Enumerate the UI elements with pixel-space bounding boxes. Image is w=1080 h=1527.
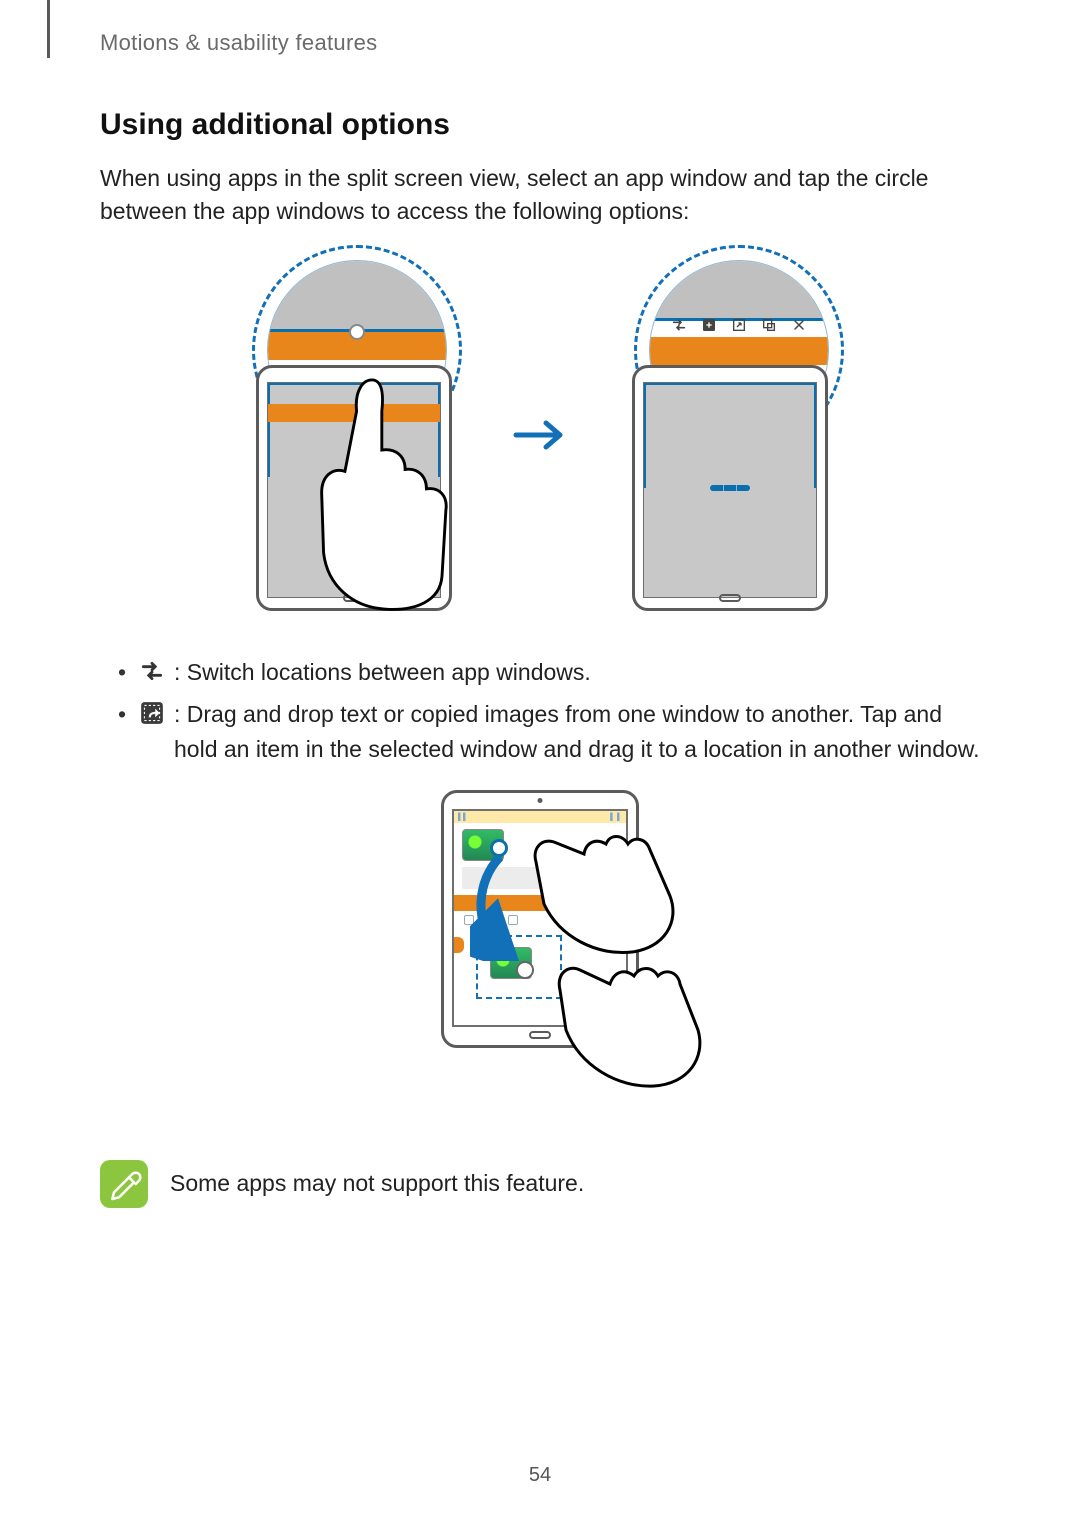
zoom-top-pane [650, 261, 828, 322]
tablet-screen-dragdrop: ▌▌▌ ▌ ▾ [452, 809, 628, 1027]
orange-app-bar [268, 404, 440, 422]
split-handle [346, 473, 362, 480]
zoom-orange-bar [650, 337, 828, 365]
page-number: 54 [529, 1464, 551, 1487]
intro-paragraph: When using apps in the split screen view… [100, 162, 980, 229]
page: Motions & usability features Using addit… [0, 0, 1080, 1527]
switch-windows-icon [138, 657, 166, 685]
arrow-right-icon [510, 405, 570, 465]
note-block: Some apps may not support this feature. [100, 1160, 980, 1208]
home-button-icon [719, 594, 741, 602]
drag-arrow-icon [470, 851, 520, 961]
note-text: Some apps may not support this feature. [170, 1160, 584, 1197]
top-app-pane [644, 383, 816, 488]
zoom-handle-dot [349, 324, 365, 340]
switch-windows-icon [671, 317, 687, 333]
figure-drag-drop: ▌▌▌ ▌ ▾ [100, 790, 980, 1120]
home-button-icon [343, 594, 365, 602]
tablet-screen-left [267, 382, 441, 598]
list-item-text: : Drag and drop text or copied images fr… [174, 701, 980, 762]
tablet-device-right [632, 365, 828, 611]
figure-split-screen-options [100, 255, 980, 615]
side-tab-icon [454, 937, 464, 953]
top-app-pane [268, 383, 440, 477]
app-topbar: ▌▌▌ ▌ [454, 811, 626, 823]
note-icon [100, 1160, 148, 1208]
list-item: : Switch locations between app windows. [118, 655, 980, 690]
popup-window-icon [761, 317, 777, 333]
options-list: : Switch locations between app windows. … [100, 655, 980, 767]
figure-left [222, 255, 482, 615]
list-item: : Drag and drop text or copied images fr… [118, 697, 980, 766]
camera-dot-icon [538, 798, 543, 803]
drag-content-icon [701, 317, 717, 333]
drag-content-icon [138, 699, 166, 727]
maximize-icon [731, 317, 747, 333]
chevron-down-icon: ▾ [615, 897, 620, 908]
header-rule [47, 0, 50, 58]
tablet-device-dragdrop: ▌▌▌ ▌ ▾ [441, 790, 639, 1048]
zoom-top-pane [268, 261, 446, 332]
breadcrumb: Motions & usability features [70, 30, 980, 56]
figure-right [598, 255, 858, 615]
zoom-toolbar-row [650, 314, 828, 336]
home-button-icon [529, 1031, 551, 1039]
tablet-device-left [256, 365, 452, 611]
tablet-screen-right [643, 382, 817, 598]
split-handle-expanded [710, 485, 750, 491]
list-item-text: : Switch locations between app windows. [174, 659, 591, 685]
section-title: Using additional options [100, 108, 980, 142]
close-icon [791, 317, 807, 333]
